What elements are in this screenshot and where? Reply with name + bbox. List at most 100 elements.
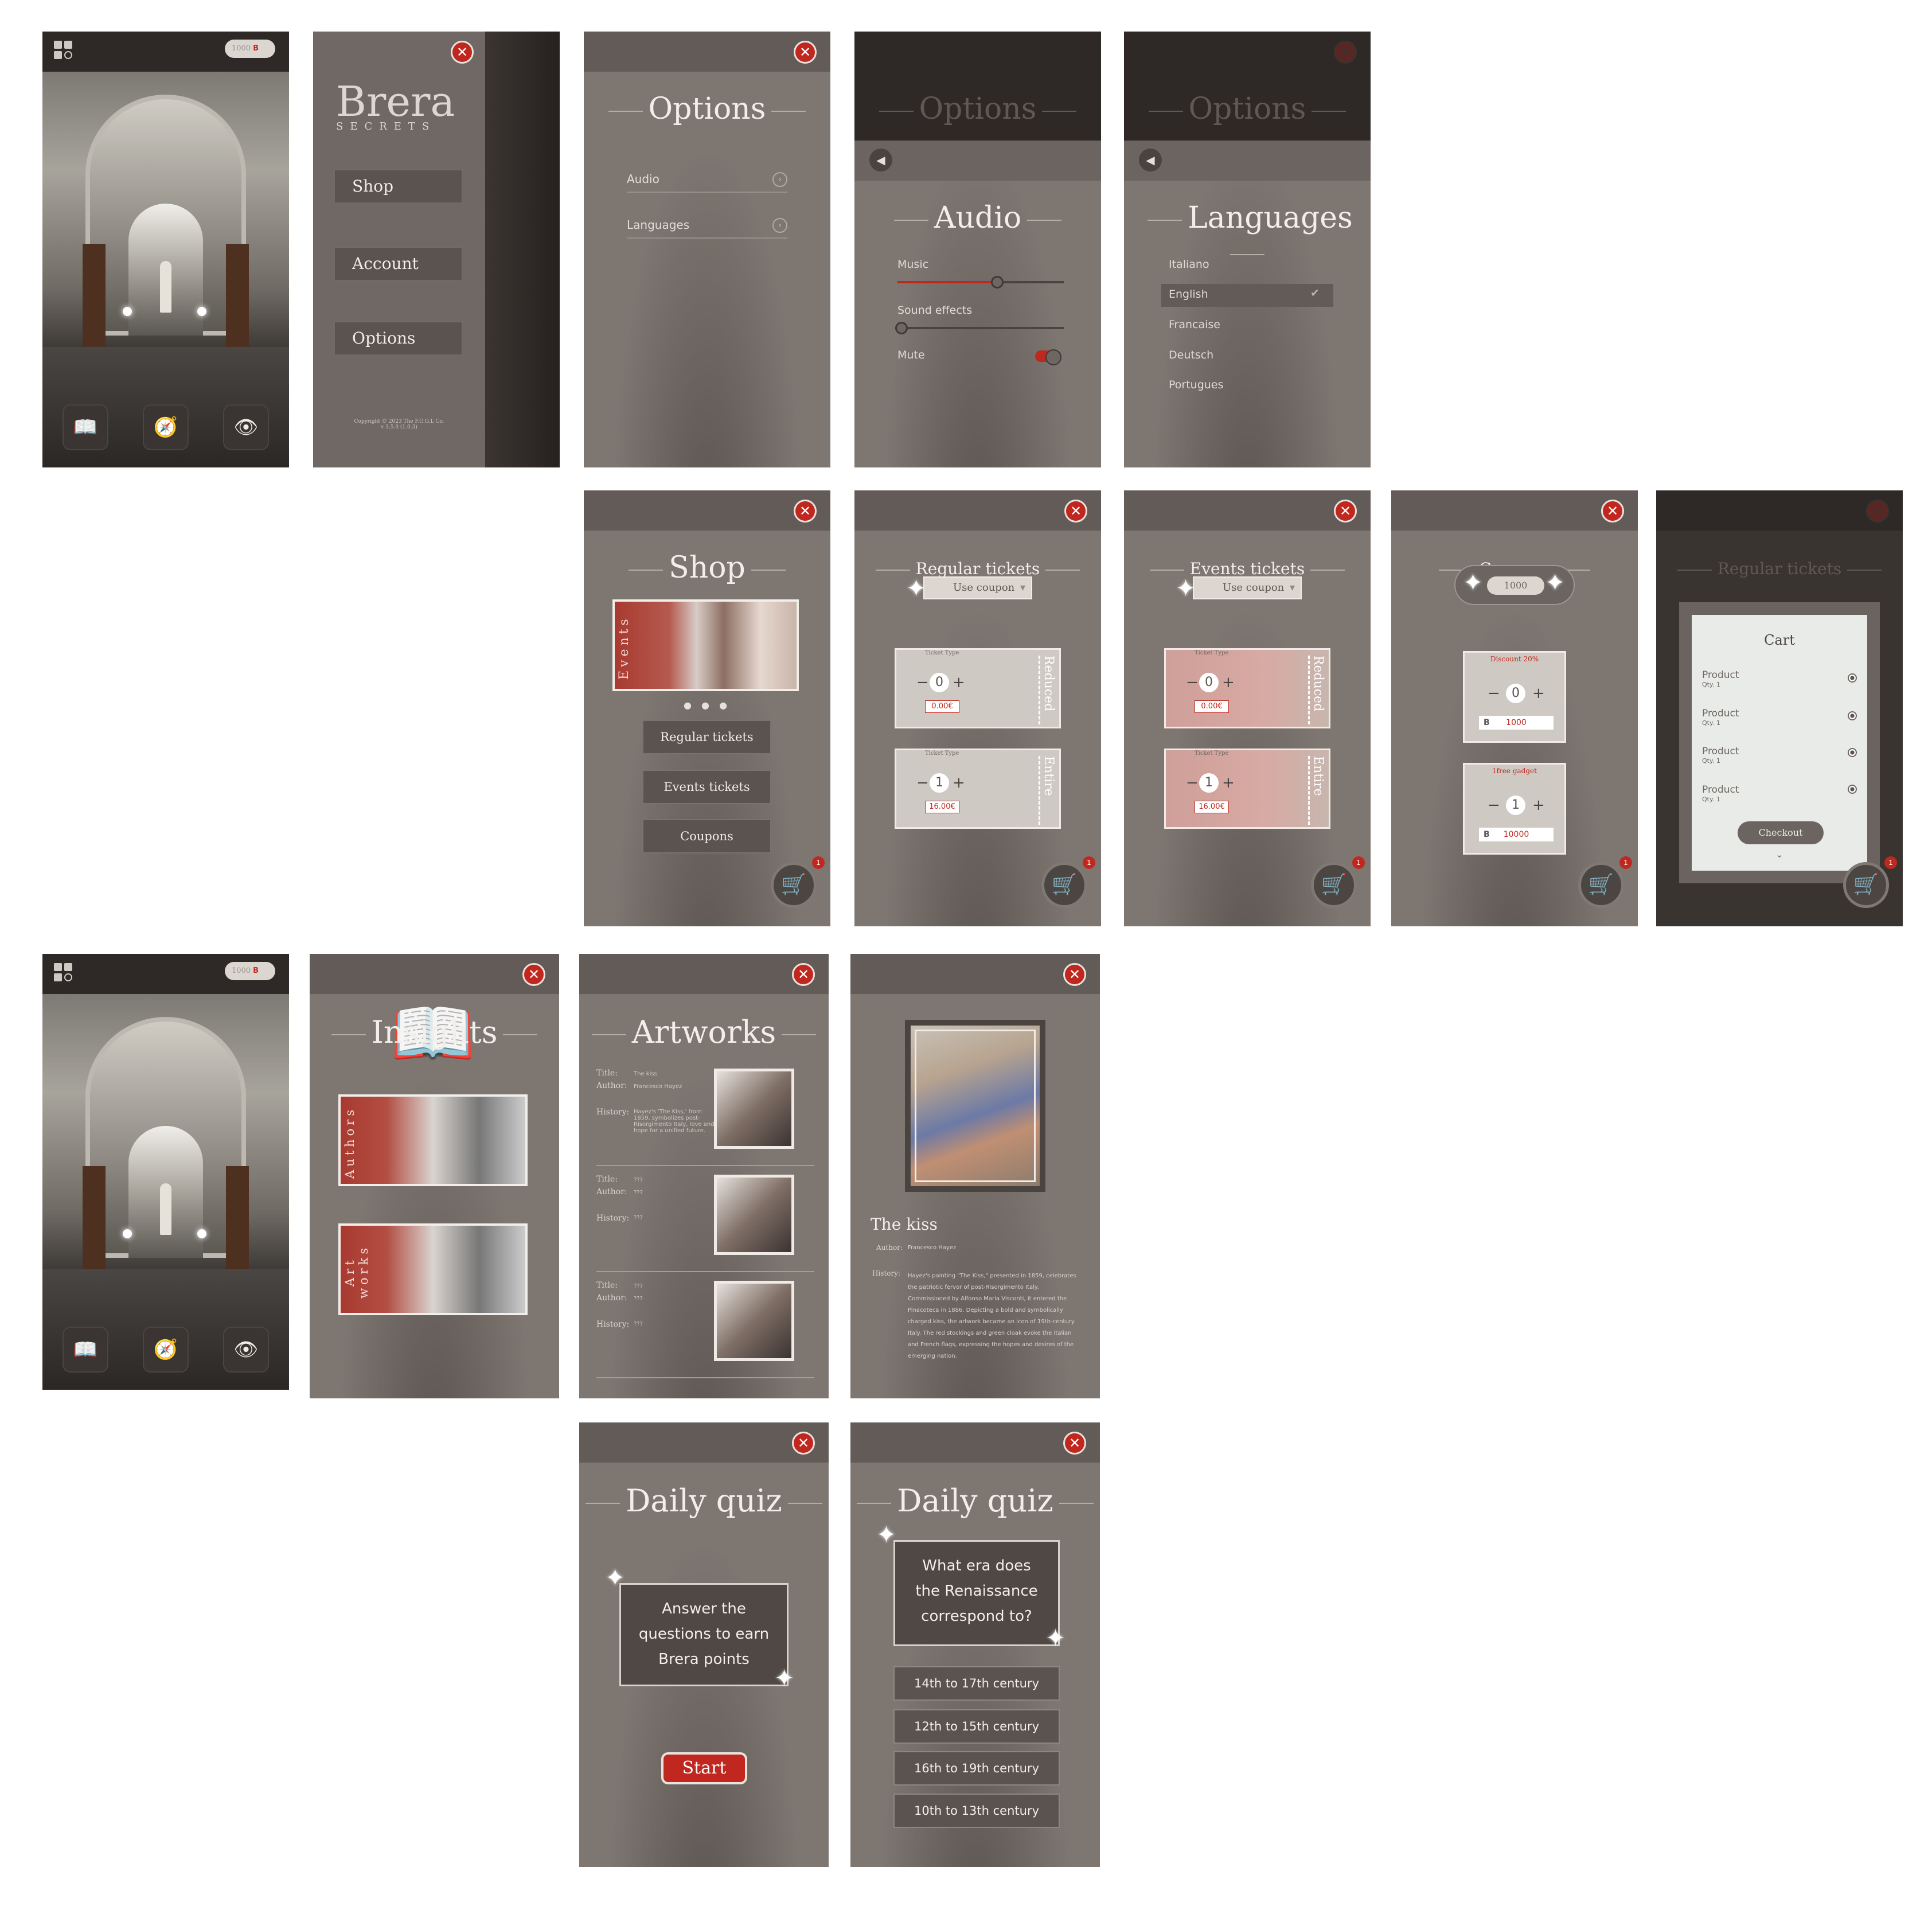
close-button[interactable]: ✕ — [792, 963, 815, 986]
grid-menu-icon[interactable] — [54, 963, 73, 983]
cart-button[interactable]: 🛒 — [1578, 862, 1624, 908]
background-title: Options — [1124, 92, 1371, 126]
scan-button[interactable]: 👁 — [223, 1327, 269, 1373]
artwork-image[interactable] — [905, 1020, 1045, 1192]
artwork-entry[interactable]: Title: The kiss Author: Francesco Hayez … — [596, 1069, 814, 1166]
quiz-option[interactable]: 14th to 17th century — [893, 1666, 1060, 1701]
close-button[interactable]: ✕ — [1064, 500, 1087, 523]
language-italiano[interactable]: Italiano — [1169, 258, 1209, 271]
history-label: History: — [596, 1108, 630, 1117]
quiz-option[interactable]: 16th to 19th century — [893, 1751, 1060, 1786]
artworks-card[interactable]: Art works — [338, 1223, 528, 1315]
back-button[interactable]: ◀ — [1139, 149, 1162, 171]
grid-menu-icon[interactable] — [54, 41, 73, 60]
scan-button[interactable]: 👁 — [223, 404, 269, 450]
start-button[interactable]: Start — [661, 1752, 747, 1784]
close-button[interactable]: ✕ — [451, 41, 474, 64]
statue[interactable] — [160, 261, 171, 313]
close-button[interactable]: ✕ — [792, 1432, 815, 1455]
increment-button[interactable]: + — [1532, 684, 1545, 703]
increment-button[interactable]: + — [953, 773, 965, 793]
menu-shop-button[interactable]: Shop — [334, 169, 463, 204]
cart-button[interactable]: 🛒 — [1311, 862, 1357, 908]
decrement-button[interactable]: − — [1488, 796, 1500, 815]
sfx-slider-knob[interactable] — [895, 322, 908, 334]
increment-button[interactable]: + — [1222, 673, 1235, 692]
page-title: Insights — [310, 1014, 559, 1050]
decrement-button[interactable]: − — [916, 673, 929, 692]
chevron-down-icon[interactable]: ⌄ — [1692, 849, 1867, 860]
compass-button[interactable]: 🧭 — [143, 404, 189, 450]
hotspot-right[interactable] — [197, 307, 206, 316]
close-button[interactable]: ✕ — [794, 500, 817, 523]
use-coupon-dropdown[interactable]: Use coupon — [923, 576, 1032, 599]
decrement-button[interactable]: − — [1488, 684, 1500, 703]
coupons-button[interactable]: Coupons — [642, 819, 771, 853]
screen-options: ✕ Options Audio › Languages › — [584, 32, 830, 467]
options-item-languages[interactable]: Languages › — [627, 218, 787, 239]
book-button[interactable]: 📖 — [63, 1327, 108, 1373]
close-button[interactable]: ✕ — [1063, 963, 1086, 986]
quantity-value: 0 — [1506, 684, 1525, 703]
close-icon: ✕ — [1070, 503, 1082, 519]
hotspot-right[interactable] — [197, 1229, 206, 1238]
artwork-thumbnail[interactable] — [714, 1175, 794, 1255]
hotspot-left[interactable] — [123, 307, 132, 316]
statue[interactable] — [160, 1183, 171, 1235]
decrement-button[interactable]: − — [1186, 773, 1199, 793]
decrement-button[interactable]: − — [916, 773, 929, 793]
cart-item-radio[interactable] — [1848, 711, 1857, 720]
cart-button[interactable]: 🛒 — [1843, 862, 1889, 908]
back-button[interactable]: ◀ — [869, 149, 892, 171]
language-deutsch[interactable]: Deutsch — [1169, 349, 1213, 361]
quiz-option[interactable]: 10th to 13th century — [893, 1794, 1060, 1828]
detail-topbar — [850, 954, 1100, 994]
cart-item-radio[interactable] — [1848, 673, 1857, 683]
cart-button[interactable]: 🛒 — [1041, 862, 1087, 908]
hotspot-left[interactable] — [123, 1229, 132, 1238]
cart-item-radio[interactable] — [1848, 748, 1857, 757]
use-coupon-dropdown[interactable]: Use coupon — [1193, 576, 1302, 599]
quiz-option[interactable]: 12th to 15th century — [893, 1709, 1060, 1744]
artwork-thumbnail[interactable] — [714, 1281, 794, 1361]
options-item-audio[interactable]: Audio › — [627, 172, 787, 193]
page-title: Audio — [854, 201, 1101, 235]
cart-item-radio[interactable] — [1848, 785, 1857, 794]
events-tickets-button[interactable]: Events tickets — [642, 770, 771, 804]
menu-overlay[interactable] — [485, 32, 560, 467]
authors-card[interactable]: Authors — [338, 1094, 528, 1186]
artwork-entry[interactable]: Title: ??? Author: ??? History: ??? — [596, 1175, 814, 1272]
close-button: ✕ — [1334, 41, 1357, 64]
page-title: Artworks — [579, 1014, 829, 1050]
cart-button[interactable]: 🛒 — [771, 862, 817, 908]
language-portugues[interactable]: Portugues — [1169, 379, 1223, 391]
increment-button[interactable]: + — [1222, 773, 1235, 793]
artwork-entry[interactable]: Title: ??? Author: ??? History: ??? — [596, 1281, 814, 1378]
close-button[interactable]: ✕ — [1063, 1432, 1086, 1455]
sfx-slider[interactable] — [895, 322, 1064, 334]
close-button[interactable]: ✕ — [794, 41, 817, 64]
increment-button[interactable]: + — [953, 673, 965, 692]
ticket-kind: Reduced — [1039, 656, 1056, 724]
close-button[interactable]: ✕ — [1601, 500, 1624, 523]
decrement-button[interactable]: − — [1186, 673, 1199, 692]
language-francaise[interactable]: Francaise — [1169, 318, 1220, 331]
close-button[interactable]: ✕ — [1334, 500, 1357, 523]
mute-toggle[interactable] — [1035, 349, 1061, 365]
music-slider-knob[interactable] — [991, 276, 1004, 289]
events-banner[interactable]: Events — [612, 599, 799, 691]
compass-button[interactable]: 🧭 — [143, 1327, 189, 1373]
carousel-dots[interactable]: ● ● ● — [584, 700, 830, 711]
checkout-button[interactable]: Checkout — [1738, 821, 1824, 844]
language-english[interactable]: English — [1169, 288, 1208, 301]
close-icon: ✕ — [797, 1435, 810, 1451]
close-button[interactable]: ✕ — [522, 963, 545, 986]
book-button[interactable]: 📖 — [63, 404, 108, 450]
regular-tickets-button[interactable]: Regular tickets — [642, 720, 771, 754]
cart-icon: 🛒 — [1588, 873, 1614, 896]
music-slider[interactable] — [897, 276, 1064, 289]
menu-options-button[interactable]: Options — [334, 321, 463, 356]
menu-account-button[interactable]: Account — [334, 247, 463, 281]
increment-button[interactable]: + — [1532, 796, 1545, 815]
artwork-thumbnail[interactable] — [714, 1069, 794, 1149]
